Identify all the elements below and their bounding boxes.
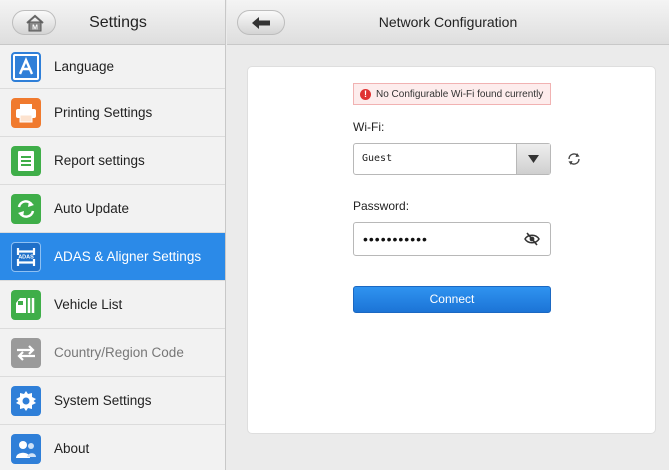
- error-banner: ! No Configurable Wi-Fi found currently: [353, 83, 551, 105]
- home-button[interactable]: M: [12, 10, 56, 35]
- connect-button[interactable]: Connect: [353, 286, 551, 313]
- system-settings-icon: [11, 385, 41, 416]
- report-icon: [11, 145, 41, 176]
- content-header: Network Configuration: [227, 0, 669, 45]
- sidebar-item-auto-update[interactable]: Auto Update: [0, 185, 225, 233]
- settings-sidebar: Language Printing Settings Report settin…: [0, 45, 226, 470]
- sidebar-item-label: Vehicle List: [54, 297, 123, 312]
- alert-icon: !: [360, 88, 371, 100]
- sidebar-item-label: About: [54, 441, 90, 456]
- vehicle-list-icon: [11, 289, 41, 320]
- sidebar-item-about[interactable]: About: [0, 425, 225, 470]
- sidebar-item-label: Auto Update: [54, 201, 130, 216]
- sidebar-item-printing-settings[interactable]: Printing Settings: [0, 89, 225, 137]
- sidebar-item-language[interactable]: Language: [0, 45, 225, 89]
- password-label: Password:: [353, 199, 410, 213]
- network-config-panel: ! No Configurable Wi-Fi found currently …: [247, 66, 656, 434]
- adas-icon-text: ADAS: [18, 254, 34, 260]
- sidebar-item-label: Country/Region Code: [54, 345, 184, 360]
- home-icon-letter: M: [32, 25, 38, 32]
- sidebar-item-adas-aligner-settings[interactable]: ADAS ADAS & Aligner Settings: [0, 233, 225, 281]
- back-button[interactable]: [237, 10, 285, 35]
- about-icon: [11, 433, 41, 464]
- sidebar-item-label: Printing Settings: [54, 105, 153, 120]
- sidebar-item-label: Report settings: [54, 153, 145, 168]
- eye-slash-icon[interactable]: [524, 232, 540, 246]
- refresh-icon[interactable]: [566, 151, 582, 167]
- back-arrow-icon: [252, 17, 270, 29]
- region-code-icon: [11, 337, 41, 368]
- update-icon: [11, 193, 41, 224]
- dropdown-button[interactable]: [516, 144, 550, 174]
- home-icon: M: [26, 14, 44, 32]
- password-value: •••••••••••: [363, 231, 428, 247]
- printer-icon: [11, 97, 41, 128]
- wifi-label: Wi-Fi:: [353, 120, 385, 134]
- page-title: Settings: [89, 14, 147, 31]
- password-field[interactable]: •••••••••••: [353, 222, 551, 256]
- sidebar-item-vehicle-list[interactable]: Vehicle List: [0, 281, 225, 329]
- sidebar-item-label: System Settings: [54, 393, 152, 408]
- sidebar-item-label: Language: [54, 59, 115, 74]
- caret-down-icon: [528, 155, 539, 163]
- sidebar-item-report-settings[interactable]: Report settings: [0, 137, 225, 185]
- sidebar-item-label: ADAS & Aligner Settings: [54, 249, 202, 264]
- wifi-select[interactable]: Guest: [353, 143, 551, 175]
- sidebar-item-system-settings[interactable]: System Settings: [0, 377, 225, 425]
- sidebar-item-country-region-code[interactable]: Country/Region Code: [0, 329, 225, 377]
- wifi-selected-value: Guest: [362, 153, 393, 164]
- adas-icon: ADAS: [11, 241, 41, 272]
- language-icon: [11, 51, 41, 82]
- error-message: No Configurable Wi-Fi found currently: [376, 88, 544, 100]
- settings-header: M Settings: [0, 0, 226, 45]
- content-title: Network Configuration: [378, 14, 518, 30]
